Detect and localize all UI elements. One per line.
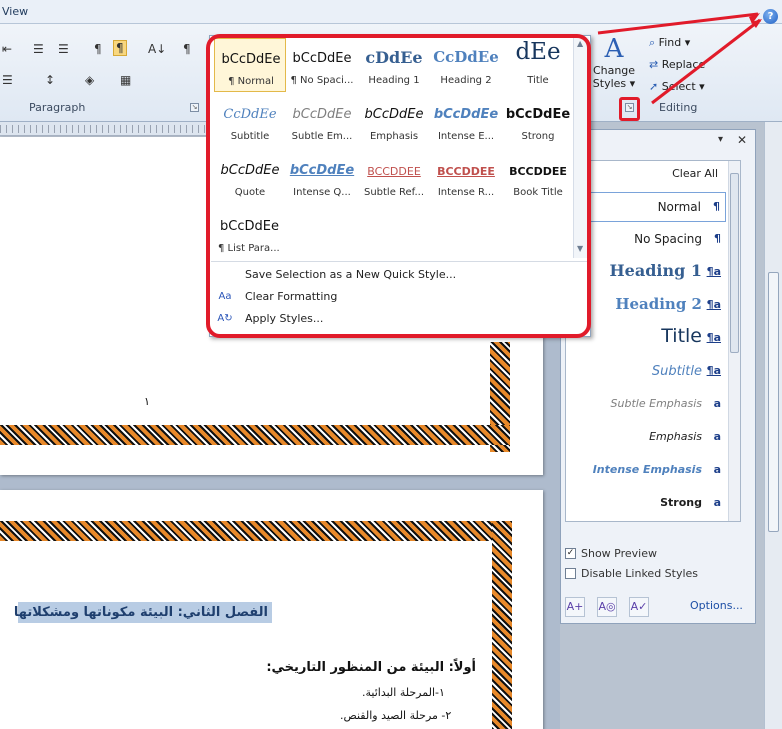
style-item-label: Heading 2 <box>615 295 702 313</box>
binoculars-icon: ⌕ <box>649 36 656 49</box>
gallery-highlight-annotation <box>206 34 591 338</box>
linked-style-icon: ¶a <box>706 364 721 377</box>
style-item-label: Title <box>661 325 702 347</box>
options-link[interactable]: Options... <box>690 599 743 612</box>
linked-style-icon: ¶a <box>706 298 721 311</box>
scrollbar-thumb[interactable] <box>730 173 739 353</box>
style-item-emphasis[interactable]: Emphasis a <box>566 423 726 453</box>
line-spacing-icon[interactable]: ↕ <box>45 73 55 87</box>
align-right-icon[interactable]: ☰ <box>58 42 69 56</box>
shading-icon[interactable]: ◈ <box>85 73 94 87</box>
select-button[interactable]: ➚ Select ▾ <box>649 80 705 93</box>
align-left-icon[interactable]: ☰ <box>33 42 44 56</box>
style-item-label: No Spacing <box>634 232 702 246</box>
page-border-bottom <box>0 425 510 445</box>
select-label: Select ▾ <box>661 80 705 93</box>
disable-linked-checkbox[interactable] <box>565 568 576 579</box>
linked-style-icon: ¶a <box>706 331 721 344</box>
launcher-highlight-annotation <box>619 97 640 121</box>
body-line-2[interactable]: ٢- مرحلة الصيد والقنص. <box>340 709 478 722</box>
style-item-label: Heading 1 <box>609 261 702 280</box>
style-item-label: Normal <box>657 200 701 214</box>
decrease-indent-icon[interactable]: ⇤ <box>2 42 12 56</box>
character-style-icon: a <box>713 496 721 509</box>
ltr-paragraph-icon[interactable]: ¶ <box>94 42 102 56</box>
show-preview-checkbox[interactable]: ✓ <box>565 548 576 559</box>
find-label: Find ▾ <box>658 36 691 49</box>
style-inspector-icon[interactable]: A◎ <box>597 597 617 617</box>
section-heading[interactable]: أولاً: البيئة من المنظور التاريخي: <box>266 660 476 675</box>
new-style-icon[interactable]: A+ <box>565 597 585 617</box>
editing-group-label: Editing <box>659 101 698 114</box>
paragraph-group-label: Paragraph <box>29 101 86 114</box>
change-styles-button[interactable]: A Change Styles ▾ <box>591 34 637 96</box>
justify-icon[interactable]: ☰ <box>2 73 13 87</box>
paragraph-dialog-launcher-icon[interactable]: ↘ <box>190 103 199 112</box>
replace-button[interactable]: ⇄ Replace <box>649 58 705 71</box>
chapter-title[interactable]: الفصل الثاني: البيئة مكوناتها ومشكلاتها <box>14 602 272 623</box>
page-border-right-2 <box>492 521 512 729</box>
replace-label: Replace <box>661 58 706 71</box>
style-item-intense-emphasis[interactable]: Intense Emphasis a <box>566 456 726 486</box>
help-button[interactable]: ? <box>763 9 778 24</box>
page-border-top <box>0 521 512 541</box>
show-preview-label: Show Preview <box>581 547 657 560</box>
clear-all-item[interactable]: Clear All <box>672 167 718 180</box>
change-styles-icon: A <box>604 34 624 64</box>
change-styles-label-1: Change <box>592 64 636 77</box>
character-style-icon: a <box>713 430 721 443</box>
style-item-subtle-emphasis[interactable]: Subtle Emphasis a <box>566 390 726 420</box>
paragraph-mark-icon: ¶ <box>714 232 721 245</box>
show-marks-icon[interactable]: ¶ <box>183 42 191 56</box>
rtl-paragraph-icon[interactable]: ¶ <box>113 40 127 56</box>
styles-list-scrollbar[interactable] <box>728 161 740 521</box>
cursor-icon: ➚ <box>649 80 659 93</box>
character-style-icon: a <box>713 397 721 410</box>
document-scrollbar[interactable] <box>764 122 782 729</box>
manage-styles-icon[interactable]: A✓ <box>629 597 649 617</box>
style-item-strong[interactable]: Strong a <box>566 489 726 519</box>
style-item-label: Subtitle <box>651 364 702 379</box>
sort-icon[interactable]: A↓ <box>148 42 166 56</box>
paragraph-mark-icon: ¶ <box>713 200 720 213</box>
close-icon[interactable]: ✕ <box>737 133 747 147</box>
ribbon-tab-row: View ? <box>0 0 782 24</box>
document-scrollbar-thumb[interactable] <box>768 272 779 532</box>
style-item-label: Subtle Emphasis <box>610 397 702 410</box>
style-item-label: Strong <box>660 496 702 509</box>
style-item-label: Intense Emphasis <box>592 463 702 476</box>
pane-dropdown-icon[interactable]: ▾ <box>718 134 723 145</box>
linked-style-icon: ¶a <box>706 265 721 278</box>
style-item-subtitle[interactable]: Subtitle ¶a <box>566 357 726 387</box>
change-styles-label-2: Styles ▾ <box>592 77 636 90</box>
styles-list: Clear All Normal ¶ No Spacing ¶ Heading … <box>565 160 741 522</box>
find-button[interactable]: ⌕ Find ▾ <box>649 36 690 50</box>
disable-linked-label: Disable Linked Styles <box>581 567 699 580</box>
page-number: ١ <box>144 395 150 408</box>
borders-icon[interactable]: ▦ <box>120 73 131 87</box>
tab-view[interactable]: View <box>2 5 28 18</box>
character-style-icon: a <box>713 463 721 476</box>
body-line-1[interactable]: ١-المرحلة البدائية. <box>362 686 478 699</box>
page-2[interactable]: الفصل الثاني: البيئة مكوناتها ومشكلاتها … <box>0 490 543 729</box>
replace-icon: ⇄ <box>649 58 659 71</box>
style-item-label: Emphasis <box>649 430 702 443</box>
